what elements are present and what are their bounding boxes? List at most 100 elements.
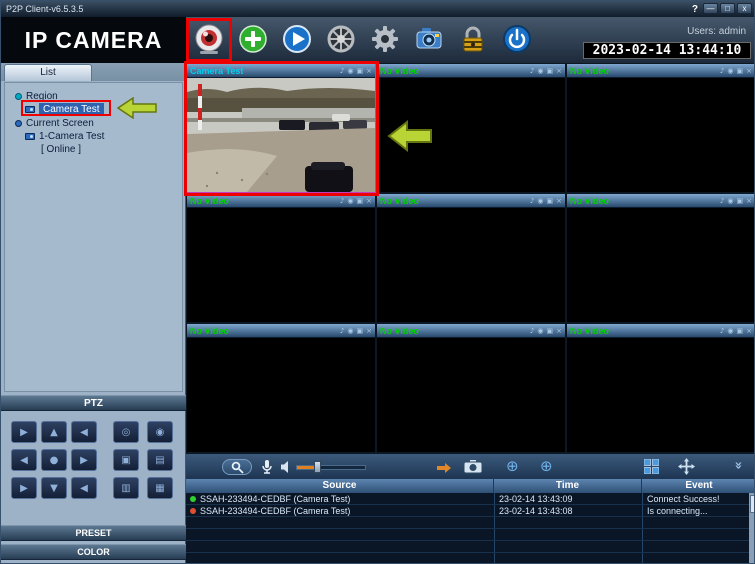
ptz-iris-button[interactable]: ▦ <box>147 477 173 499</box>
ptz-down-right-button[interactable]: ◀ <box>71 477 97 499</box>
volume-slider-track[interactable] <box>296 465 366 470</box>
cell-snapshot-icon[interactable]: ▣ <box>547 197 554 205</box>
tab-list[interactable]: List <box>4 64 92 81</box>
scrollbar-thumb[interactable] <box>750 495 754 513</box>
cell-audio-icon[interactable]: ♪ <box>530 197 534 205</box>
ptz-down-left-button[interactable]: ▶ <box>11 477 37 499</box>
cell-record-icon[interactable]: ◉ <box>727 197 733 205</box>
stream-forward-button[interactable] <box>436 461 452 479</box>
device-config-button[interactable] <box>409 20 449 60</box>
video-cell-9[interactable]: No Video ♪ ◉ ▣ × <box>566 323 754 453</box>
lock-button[interactable] <box>453 20 493 60</box>
cell-record-icon[interactable]: ◉ <box>537 67 543 75</box>
video-cell-2[interactable]: No Video ♪ ◉ ▣ × <box>376 63 566 193</box>
speaker-icon[interactable] <box>280 460 291 479</box>
cell-audio-icon[interactable]: ♪ <box>530 327 534 335</box>
video-cell-8[interactable]: No Video ♪ ◉ ▣ × <box>376 323 566 453</box>
cell-audio-icon[interactable]: ♪ <box>720 327 724 335</box>
live-video-feed[interactable] <box>187 78 375 192</box>
tree-item-camera-test[interactable]: Camera Test <box>25 103 104 116</box>
cell-snapshot-icon[interactable]: ▣ <box>547 67 554 75</box>
ptz-up-button[interactable]: ▲ <box>41 421 67 443</box>
talk-button[interactable] <box>260 459 274 480</box>
empty-video-slot[interactable] <box>187 208 375 322</box>
ptz-up-right-button[interactable]: ◀ <box>71 421 97 443</box>
cell-close-icon[interactable]: × <box>366 67 372 75</box>
cell-record-icon[interactable]: ◉ <box>727 67 733 75</box>
cell-snapshot-icon[interactable]: ▣ <box>357 197 364 205</box>
ptz-down-button[interactable]: ▼ <box>41 477 67 499</box>
fullscreen-pan-button[interactable] <box>678 458 695 480</box>
empty-video-slot[interactable] <box>567 338 754 452</box>
cell-close-icon[interactable]: × <box>746 67 752 75</box>
ptz-right-button[interactable]: ▶ <box>71 449 97 471</box>
minimize-button[interactable]: — <box>703 3 718 14</box>
video-cell-5[interactable]: No Video ♪ ◉ ▣ × <box>376 193 566 323</box>
cell-record-icon[interactable]: ◉ <box>347 67 353 75</box>
event-table-scrollbar[interactable] <box>749 493 754 563</box>
add-device-button[interactable] <box>233 20 273 60</box>
playback-button[interactable] <box>277 20 317 60</box>
cell-close-icon[interactable]: × <box>366 327 372 335</box>
cell-close-icon[interactable]: × <box>746 197 752 205</box>
volume-slider-handle[interactable] <box>314 461 321 473</box>
cell-snapshot-icon[interactable]: ▣ <box>357 67 364 75</box>
event-row-2[interactable]: SSAH-233494-CEDBF (Camera Test) 23-02-14… <box>186 505 749 517</box>
map-button[interactable] <box>321 20 361 60</box>
close-button[interactable]: x <box>737 3 752 14</box>
empty-video-slot[interactable] <box>567 78 754 192</box>
cell-snapshot-icon[interactable]: ▣ <box>547 327 554 335</box>
collapse-panel-button[interactable]: » <box>731 461 746 469</box>
cell-close-icon[interactable]: × <box>746 327 752 335</box>
help-button[interactable]: ? <box>692 2 698 18</box>
settings-button[interactable] <box>365 20 405 60</box>
ptz-up-left-button[interactable]: ▶ <box>11 421 37 443</box>
cell-audio-icon[interactable]: ♪ <box>340 197 344 205</box>
cell-record-icon[interactable]: ◉ <box>347 327 353 335</box>
empty-video-slot[interactable] <box>187 338 375 452</box>
empty-video-slot[interactable] <box>567 208 754 322</box>
video-cell-7[interactable]: No Video ♪ ◉ ▣ × <box>186 323 376 453</box>
empty-video-slot[interactable] <box>377 208 565 322</box>
tree-item-current-screen[interactable]: Current Screen <box>15 118 94 129</box>
video-cell-6[interactable]: No Video ♪ ◉ ▣ × <box>566 193 754 323</box>
cell-close-icon[interactable]: × <box>556 327 562 335</box>
cell-close-icon[interactable]: × <box>556 67 562 75</box>
cell-close-icon[interactable]: × <box>556 197 562 205</box>
search-button[interactable] <box>222 459 252 475</box>
cell-record-icon[interactable]: ◉ <box>537 327 543 335</box>
cell-record-icon[interactable]: ◉ <box>537 197 543 205</box>
cell-audio-icon[interactable]: ♪ <box>720 197 724 205</box>
track-target-button[interactable]: ⊕ <box>540 457 553 475</box>
cell-snapshot-icon[interactable]: ▣ <box>737 197 744 205</box>
ptz-center-button[interactable]: ● <box>41 449 67 471</box>
video-cell-4[interactable]: No Video ♪ ◉ ▣ × <box>186 193 376 323</box>
tree-item-region[interactable]: Region <box>15 91 58 102</box>
empty-video-slot[interactable] <box>377 78 565 192</box>
relocate-target-button[interactable]: ⊕ <box>506 457 519 475</box>
tree-item-1-camera-test[interactable]: 1-Camera Test <box>25 131 104 142</box>
column-header-source[interactable]: Source <box>186 479 494 493</box>
screen-layout-button[interactable] <box>643 458 660 479</box>
maximize-button[interactable]: □ <box>720 3 735 14</box>
empty-video-slot[interactable] <box>377 338 565 452</box>
cell-audio-icon[interactable]: ♪ <box>720 67 724 75</box>
cell-audio-icon[interactable]: ♪ <box>530 67 534 75</box>
ptz-focus-button[interactable]: ▥ <box>113 477 139 499</box>
camera-preview-button[interactable] <box>189 20 229 60</box>
cell-audio-icon[interactable]: ♪ <box>340 327 344 335</box>
snapshot-button[interactable] <box>463 460 483 479</box>
cell-snapshot-icon[interactable]: ▣ <box>737 67 744 75</box>
video-cell-3[interactable]: No Video ♪ ◉ ▣ × <box>566 63 754 193</box>
cell-record-icon[interactable]: ◉ <box>347 197 353 205</box>
ptz-left-button[interactable]: ◀ <box>11 449 37 471</box>
cell-record-icon[interactable]: ◉ <box>727 327 733 335</box>
ptz-scan-button[interactable]: ◎ <box>113 421 139 443</box>
power-button[interactable] <box>497 20 537 60</box>
cell-snapshot-icon[interactable]: ▣ <box>737 327 744 335</box>
ptz-zoom-in-button[interactable]: ▣ <box>113 449 139 471</box>
color-panel-header[interactable]: COLOR <box>1 544 186 560</box>
preset-panel-header[interactable]: PRESET <box>1 525 186 541</box>
cell-close-icon[interactable]: × <box>366 197 372 205</box>
cell-snapshot-icon[interactable]: ▣ <box>357 327 364 335</box>
